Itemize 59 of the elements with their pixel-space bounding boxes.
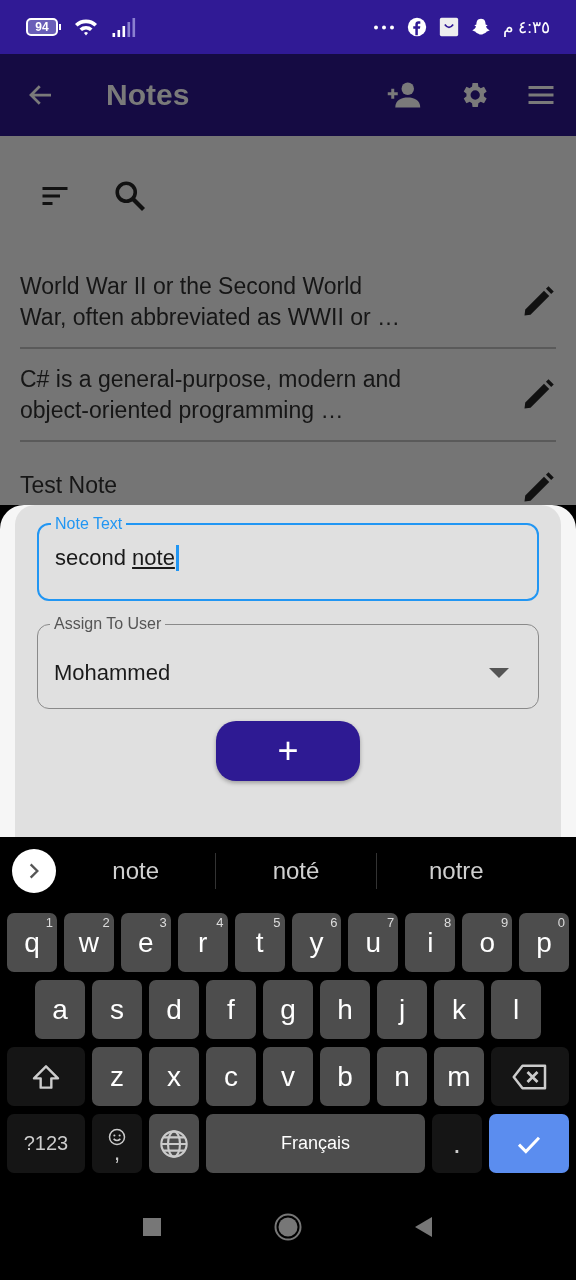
- key[interactable]: x: [149, 1047, 199, 1106]
- clock-time: ٤:٣٥ م: [502, 16, 550, 38]
- symbols-key[interactable]: ?123: [7, 1114, 85, 1173]
- emoji-key[interactable]: ,: [92, 1114, 142, 1173]
- shift-key[interactable]: [7, 1047, 85, 1106]
- key[interactable]: c: [206, 1047, 256, 1106]
- key[interactable]: g: [263, 980, 313, 1039]
- space-key[interactable]: Français: [206, 1114, 425, 1173]
- add-person-icon[interactable]: [386, 80, 422, 110]
- key[interactable]: w 2: [63, 913, 114, 972]
- more-icon: [372, 24, 395, 30]
- key[interactable]: e 3: [120, 913, 171, 972]
- suggestion[interactable]: noté: [215, 853, 376, 889]
- note-text[interactable]: World War II or the Second World War, often abbreviated as WWII or …: [20, 270, 405, 333]
- back-icon[interactable]: [414, 1216, 434, 1238]
- period-key[interactable]: .: [432, 1114, 482, 1173]
- expand-button[interactable]: [12, 849, 56, 893]
- facebook-icon: [406, 17, 427, 37]
- note-text[interactable]: C# is a general-purpose, modern and object-oriented programming …: [20, 363, 405, 426]
- key[interactable]: z: [92, 1047, 142, 1106]
- note-text[interactable]: Test Note: [20, 470, 405, 501]
- key[interactable]: d: [149, 980, 199, 1039]
- globe-key[interactable]: [149, 1114, 199, 1173]
- backspace-key[interactable]: [491, 1047, 569, 1106]
- key[interactable]: s: [92, 980, 142, 1039]
- key[interactable]: l: [491, 980, 541, 1039]
- add-button[interactable]: +: [216, 721, 360, 781]
- battery-icon: 94: [26, 18, 61, 36]
- home-icon[interactable]: [274, 1213, 302, 1241]
- key[interactable]: u 7: [348, 913, 399, 972]
- user-dropdown[interactable]: Assign To User Mohammed: [37, 615, 539, 709]
- key[interactable]: m: [434, 1047, 484, 1106]
- key[interactable]: j: [377, 980, 427, 1039]
- key[interactable]: p 0: [519, 913, 570, 972]
- globe-icon: [158, 1127, 190, 1160]
- dropdown-caret-icon: [488, 666, 510, 679]
- key[interactable]: r 4: [177, 913, 228, 972]
- key[interactable]: h: [320, 980, 370, 1039]
- suggestion[interactable]: notre: [375, 853, 536, 889]
- key[interactable]: i 8: [405, 913, 456, 972]
- key[interactable]: f: [206, 980, 256, 1039]
- key[interactable]: y 6: [291, 913, 342, 972]
- recents-icon[interactable]: [142, 1217, 162, 1237]
- note-text-field[interactable]: Note Text second note: [37, 515, 539, 601]
- key[interactable]: a: [35, 980, 85, 1039]
- shopping-bag-icon: [438, 17, 459, 37]
- key[interactable]: t 5: [234, 913, 285, 972]
- key[interactable]: q 1: [6, 913, 57, 972]
- suggestion[interactable]: note: [56, 853, 216, 889]
- smiley-icon: [108, 1127, 126, 1146]
- key[interactable]: n: [377, 1047, 427, 1106]
- key[interactable]: o 9: [462, 913, 513, 972]
- ghost-icon: [470, 17, 491, 37]
- note-text-value: second note: [55, 545, 521, 571]
- app-title: Notes: [106, 78, 191, 112]
- key[interactable]: b: [320, 1047, 370, 1106]
- key[interactable]: v: [263, 1047, 313, 1106]
- key[interactable]: k: [434, 980, 484, 1039]
- signal-icon: [111, 16, 137, 38]
